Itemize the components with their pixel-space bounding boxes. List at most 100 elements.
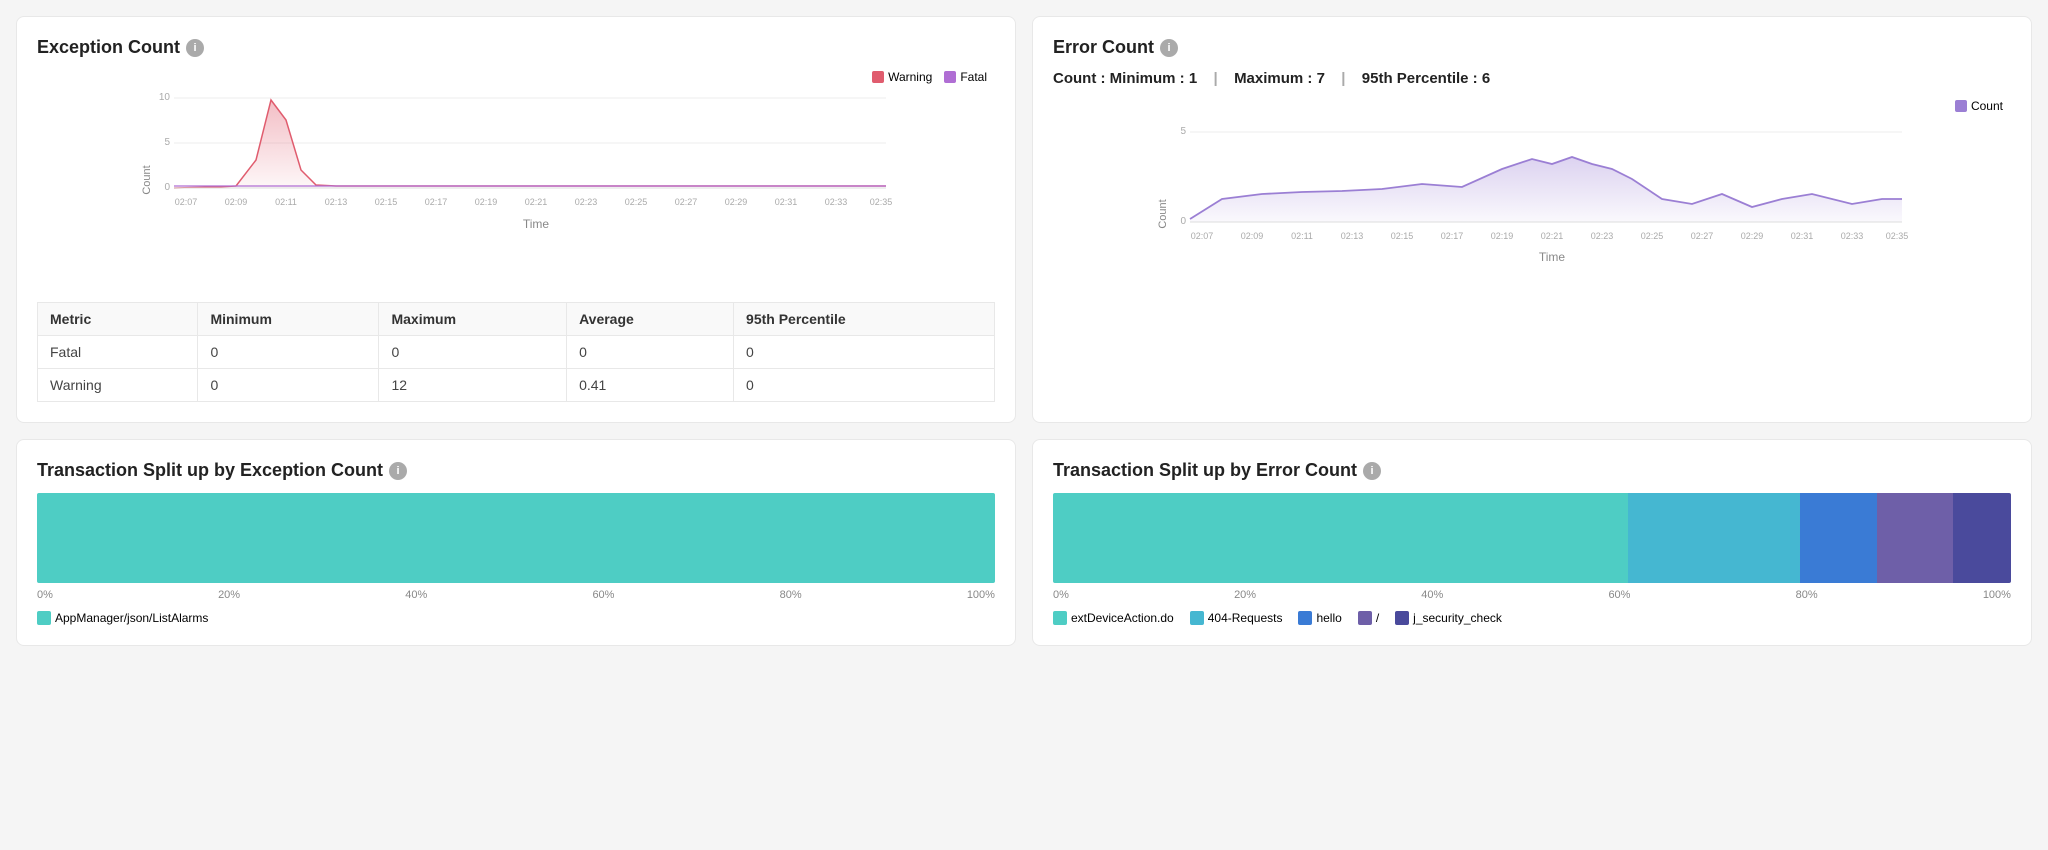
exception-split-card: Transaction Split up by Exception Count … <box>16 439 1016 646</box>
svg-text:02:09: 02:09 <box>225 197 248 207</box>
table-cell: Warning <box>38 369 198 402</box>
error-axis-60pct: 60% <box>1608 589 1630 601</box>
legend-warning-label: Warning <box>888 70 932 84</box>
col-percentile: 95th Percentile <box>734 303 995 336</box>
legend-404-color <box>1190 611 1204 625</box>
exception-split-title: Transaction Split up by Exception Count … <box>37 460 995 481</box>
legend-security-color <box>1395 611 1409 625</box>
svg-text:02:17: 02:17 <box>425 197 448 207</box>
svg-text:02:27: 02:27 <box>1691 231 1714 241</box>
legend-appmanager: AppManager/json/ListAlarms <box>37 611 208 625</box>
svg-text:02:19: 02:19 <box>475 197 498 207</box>
legend-count-label: Count <box>1971 99 2003 113</box>
svg-text:10: 10 <box>159 92 171 103</box>
svg-text:02:13: 02:13 <box>1341 231 1364 241</box>
legend-fatal-color <box>944 71 956 83</box>
error-bar-segment-2 <box>1800 493 1877 583</box>
col-minimum: Minimum <box>198 303 379 336</box>
svg-text:02:27: 02:27 <box>675 197 698 207</box>
error-count-stats: Count : Minimum : 1 | Maximum : 7 | 95th… <box>1053 70 2011 87</box>
error-svg-chart: Count 5 0 02:07 02:09 02:11 02:13 02:15 … <box>1053 99 2011 319</box>
svg-text:02:25: 02:25 <box>625 197 648 207</box>
svg-text:Time: Time <box>523 217 550 231</box>
table-row: Warning0120.410 <box>38 369 995 402</box>
axis-100pct: 100% <box>967 589 995 601</box>
svg-text:02:33: 02:33 <box>825 197 848 207</box>
legend-404-label: 404-Requests <box>1208 611 1283 625</box>
stats-sep0: : <box>1101 70 1110 87</box>
table-cell: 0 <box>734 369 995 402</box>
error-split-info-icon[interactable]: i <box>1363 462 1381 480</box>
error-count-card: Error Count i Count : Minimum : 1 | Maxi… <box>1032 16 2032 423</box>
svg-text:02:17: 02:17 <box>1441 231 1464 241</box>
axis-80pct: 80% <box>780 589 802 601</box>
main-grid: Exception Count i Warning Fatal Count 10… <box>16 16 2032 646</box>
error-axis-100pct: 100% <box>1983 589 2011 601</box>
exception-split-info-icon[interactable]: i <box>389 462 407 480</box>
svg-text:02:35: 02:35 <box>870 197 893 207</box>
svg-text:5: 5 <box>1180 126 1186 137</box>
legend-count-color <box>1955 100 1967 112</box>
legend-404: 404-Requests <box>1190 611 1283 625</box>
legend-hello: hello <box>1298 611 1341 625</box>
exception-metrics-table: Metric Minimum Maximum Average 95th Perc… <box>37 302 995 402</box>
table-cell: 0 <box>379 336 567 369</box>
table-cell: 0 <box>198 336 379 369</box>
error-axis-40pct: 40% <box>1421 589 1443 601</box>
svg-text:02:29: 02:29 <box>725 197 748 207</box>
svg-text:02:31: 02:31 <box>1791 231 1814 241</box>
error-count-info-icon[interactable]: i <box>1160 39 1178 57</box>
svg-text:02:23: 02:23 <box>575 197 598 207</box>
table-cell: Fatal <box>38 336 198 369</box>
legend-warning-color <box>872 71 884 83</box>
exception-split-title-text: Transaction Split up by Exception Count <box>37 460 383 481</box>
svg-text:0: 0 <box>164 182 170 193</box>
legend-slash-color <box>1358 611 1372 625</box>
legend-slash: / <box>1358 611 1379 625</box>
table-cell: 0 <box>734 336 995 369</box>
stats-max-val: 7 <box>1317 70 1325 87</box>
table-row: Fatal0000 <box>38 336 995 369</box>
col-metric: Metric <box>38 303 198 336</box>
col-average: Average <box>567 303 734 336</box>
table-cell: 12 <box>379 369 567 402</box>
exception-count-legend: Warning Fatal <box>872 70 987 84</box>
svg-text:02:11: 02:11 <box>1291 231 1313 241</box>
error-bar-axis: 0% 20% 40% 60% 80% 100% <box>1053 589 2011 601</box>
legend-warning: Warning <box>872 70 932 84</box>
error-axis-80pct: 80% <box>1796 589 1818 601</box>
legend-fatal-label: Fatal <box>960 70 987 84</box>
exception-count-title-text: Exception Count <box>37 37 180 58</box>
axis-40pct: 40% <box>405 589 427 601</box>
error-split-legend: extDeviceAction.do 404-Requests hello / … <box>1053 611 2011 625</box>
svg-text:02:23: 02:23 <box>1591 231 1614 241</box>
legend-security-label: j_security_check <box>1413 611 1502 625</box>
error-count-legend: Count <box>1955 99 2003 113</box>
stats-min-label: Minimum : <box>1110 70 1189 87</box>
error-bar-track <box>1053 493 2011 583</box>
svg-text:02:13: 02:13 <box>325 197 348 207</box>
axis-60pct: 60% <box>592 589 614 601</box>
error-bar-segment-3 <box>1877 493 1954 583</box>
svg-text:02:19: 02:19 <box>1491 231 1514 241</box>
stats-min-val: 1 <box>1189 70 1197 87</box>
svg-text:Time: Time <box>1539 250 1566 264</box>
error-split-chart: 0% 20% 40% 60% 80% 100% extDeviceAction.… <box>1053 493 2011 625</box>
svg-text:02:07: 02:07 <box>175 197 198 207</box>
error-axis-20pct: 20% <box>1234 589 1256 601</box>
axis-20pct: 20% <box>218 589 240 601</box>
legend-appmanager-label: AppManager/json/ListAlarms <box>55 611 208 625</box>
svg-text:02:15: 02:15 <box>1391 231 1414 241</box>
svg-text:02:07: 02:07 <box>1191 231 1214 241</box>
error-split-card: Transaction Split up by Error Count i 0%… <box>1032 439 2032 646</box>
col-maximum: Maximum <box>379 303 567 336</box>
stats-sep1: | <box>1209 70 1226 87</box>
svg-text:02:21: 02:21 <box>525 197 548 207</box>
exception-bar-segment-0 <box>37 493 995 583</box>
svg-text:02:29: 02:29 <box>1741 231 1764 241</box>
legend-hello-color <box>1298 611 1312 625</box>
exception-count-title: Exception Count i <box>37 37 995 58</box>
legend-hello-label: hello <box>1316 611 1341 625</box>
exception-count-info-icon[interactable]: i <box>186 39 204 57</box>
legend-security: j_security_check <box>1395 611 1502 625</box>
